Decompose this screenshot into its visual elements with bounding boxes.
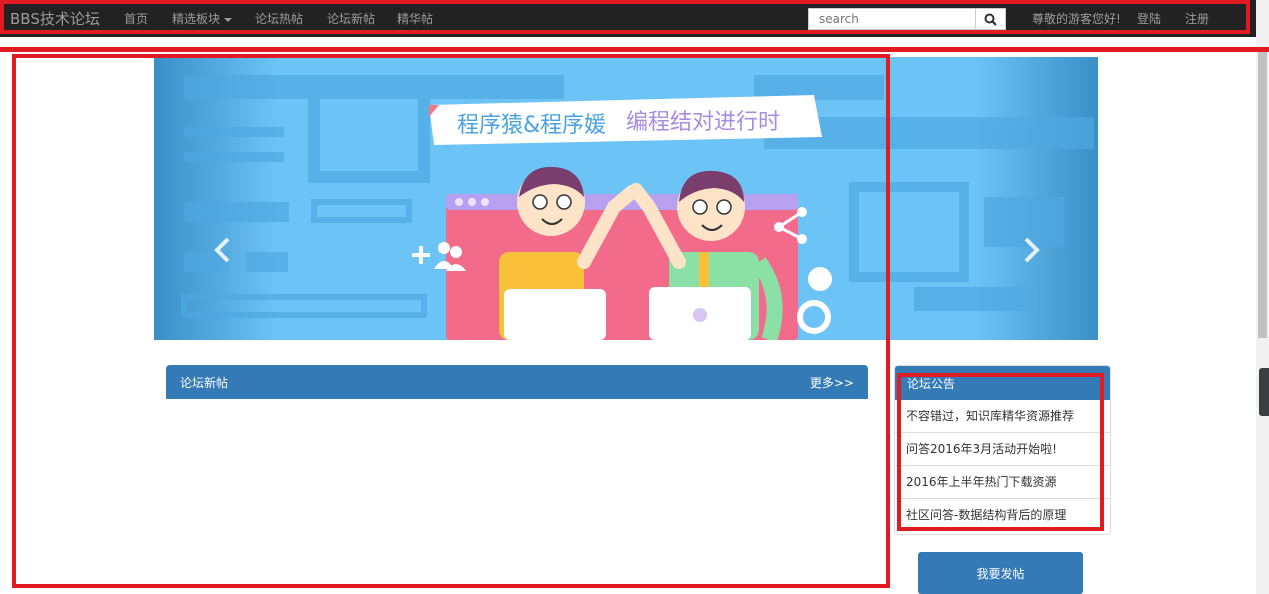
announcements-panel: 论坛公告 不容错过，知识库精华资源推荐 问答2016年3月活动开始啦! 2016…	[894, 365, 1111, 535]
nav-home[interactable]: 首页	[124, 10, 148, 27]
announcements-title: 论坛公告	[907, 377, 956, 391]
search-icon	[984, 13, 997, 26]
caret-down-icon	[224, 17, 233, 22]
announcement-item[interactable]: 不容错过，知识库精华资源推荐	[895, 400, 1110, 433]
carousel-next-button[interactable]	[1020, 237, 1042, 269]
announcement-item[interactable]: 问答2016年3月活动开始啦!	[895, 433, 1110, 466]
announcement-item[interactable]: 社区问答-数据结构背后的原理	[895, 499, 1110, 532]
announcements-heading: 论坛公告	[895, 366, 1110, 400]
nav-hot-posts[interactable]: 论坛热帖	[255, 10, 303, 27]
announcement-item[interactable]: 2016年上半年热门下载资源	[895, 466, 1110, 499]
search-input[interactable]	[808, 8, 980, 30]
banner-illustration: 程序猿&程序媛 编程结对进行时	[154, 57, 1098, 340]
nav-new-posts[interactable]: 论坛新帖	[327, 10, 375, 27]
nav-essence-posts[interactable]: 精华帖	[397, 10, 433, 27]
chevron-left-icon	[214, 237, 230, 263]
guest-greeting: 尊敬的游客您好!	[1032, 12, 1121, 26]
new-posts-panel-heading: 论坛新帖 更多>>	[166, 365, 868, 399]
side-widget-tab[interactable]	[1259, 368, 1269, 416]
banner-carousel: 程序猿&程序媛 编程结对进行时	[154, 57, 1098, 340]
carousel-prev-button[interactable]	[212, 237, 234, 269]
brand-logo[interactable]: BBS技术论坛	[10, 8, 100, 29]
chevron-right-icon	[1024, 237, 1040, 263]
search-button[interactable]	[975, 8, 1006, 30]
top-navbar: BBS技术论坛 首页 精选板块 论坛热帖 论坛新帖 精华帖 尊敬的游客您好! 登…	[0, 0, 1256, 37]
nav-featured-boards[interactable]: 精选板块	[172, 10, 233, 27]
scrollbar-thumb[interactable]	[1258, 48, 1267, 338]
new-posts-title: 论坛新帖	[180, 376, 229, 390]
nav-featured-label: 精选板块	[172, 12, 221, 26]
banner-headline-right: 编程结对进行时	[626, 110, 780, 135]
banner-headline-left: 程序猿&程序媛	[457, 113, 606, 138]
register-link[interactable]: 注册	[1185, 10, 1209, 27]
more-link[interactable]: 更多>>	[810, 374, 854, 391]
new-post-button[interactable]: 我要发帖	[918, 552, 1083, 594]
login-link[interactable]: 登陆	[1137, 10, 1161, 27]
annotation-line	[0, 47, 1269, 52]
